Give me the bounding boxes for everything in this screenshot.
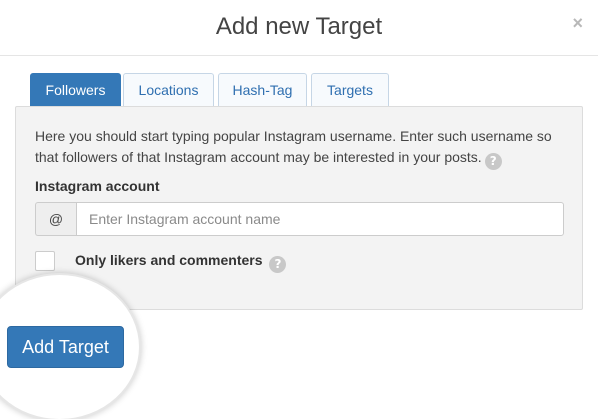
- tab-hash-tag[interactable]: Hash-Tag: [218, 73, 307, 106]
- add-target-button[interactable]: Add Target: [7, 326, 124, 368]
- add-target-modal: Add new Target × Followers Locations Has…: [0, 0, 598, 419]
- help-icon[interactable]: ?: [484, 153, 502, 170]
- likers-help-icon[interactable]: ?: [269, 256, 287, 273]
- description-text: Here you should start typing popular Ins…: [35, 128, 552, 165]
- instagram-account-label: Instagram account: [35, 178, 160, 194]
- tab-targets[interactable]: Targets: [311, 73, 389, 106]
- modal-header: Add new Target ×: [0, 0, 598, 56]
- followers-description: Here you should start typing popular Ins…: [35, 126, 565, 170]
- tab-locations[interactable]: Locations: [123, 73, 214, 106]
- at-sign-addon: @: [35, 202, 76, 236]
- only-likers-label-text: Only likers and commenters: [75, 252, 263, 268]
- only-likers-checkbox[interactable]: [35, 251, 55, 271]
- modal-title: Add new Target: [215, 13, 383, 40]
- instagram-account-input-group: @: [35, 202, 564, 236]
- tab-followers[interactable]: Followers: [30, 73, 121, 106]
- only-likers-label: Only likers and commenters ?: [75, 250, 287, 273]
- instagram-account-input[interactable]: [76, 202, 564, 236]
- close-icon[interactable]: ×: [572, 14, 583, 32]
- followers-panel: Here you should start typing popular Ins…: [15, 106, 583, 310]
